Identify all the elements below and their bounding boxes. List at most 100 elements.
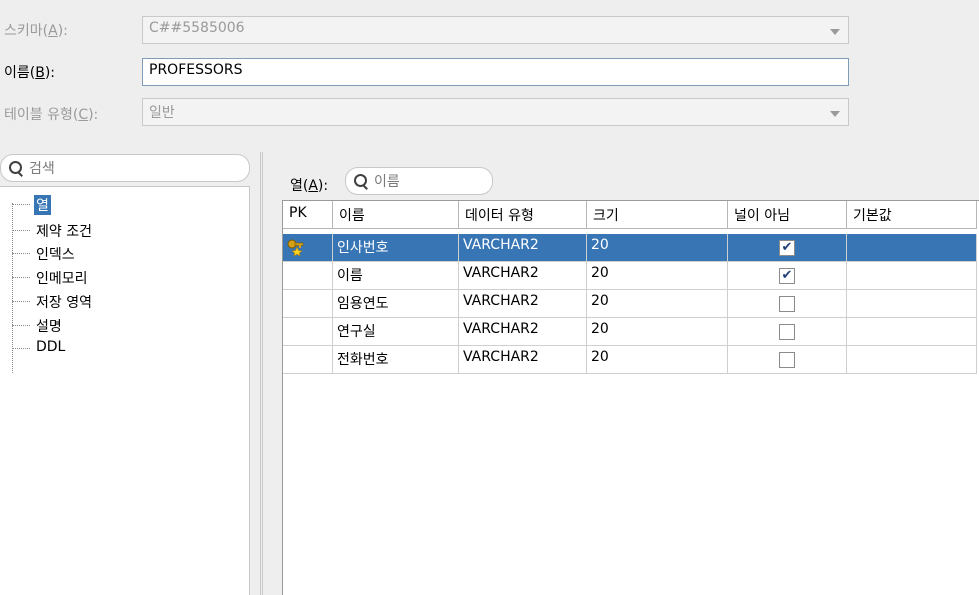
chevron-down-icon	[830, 111, 840, 117]
table-name-value: PROFESSORS	[149, 62, 243, 78]
tree-branch	[12, 204, 30, 205]
search-icon	[9, 161, 23, 175]
header-pk[interactable]: PK	[283, 201, 333, 229]
table-row[interactable]: 전화번호 VARCHAR2 20	[283, 346, 979, 374]
default-cell[interactable]	[847, 234, 977, 262]
header-default[interactable]: 기본값	[847, 201, 977, 229]
default-cell[interactable]	[847, 262, 977, 290]
schema-value: C##5585006	[149, 20, 245, 36]
data-type-cell[interactable]: VARCHAR2	[459, 346, 587, 374]
table-row[interactable]: 연구실 VARCHAR2 20	[283, 318, 979, 346]
pk-cell[interactable]	[283, 262, 333, 290]
size-cell[interactable]: 20	[587, 262, 728, 290]
tree-branch	[12, 230, 30, 231]
columns-label: 열(A):	[290, 175, 328, 195]
tree-branch	[12, 301, 30, 302]
data-type-cell[interactable]: VARCHAR2	[459, 234, 587, 262]
tree-branch	[12, 325, 30, 326]
header-name[interactable]: 이름	[333, 201, 459, 229]
schema-label-suffix: ):	[57, 23, 68, 39]
tree-item-label: 열	[34, 195, 51, 215]
columns-label-suffix: ):	[317, 178, 329, 194]
name-label-suffix: ):	[44, 65, 56, 81]
name-cell[interactable]: 임용연도	[333, 290, 459, 318]
pk-cell[interactable]	[283, 318, 333, 346]
pk-cell[interactable]	[283, 290, 333, 318]
schema-select[interactable]: C##5585006	[142, 16, 849, 44]
table-type-label-text: 테이블 유형(	[4, 107, 79, 123]
schema-label: 스키마(A):	[4, 20, 68, 40]
not-null-cell[interactable]	[728, 318, 847, 346]
table-type-value: 일반	[149, 105, 175, 121]
table-row[interactable]: 이름 VARCHAR2 20 ✔	[283, 262, 979, 290]
columns-label-text: 열(	[290, 178, 309, 194]
search-icon	[354, 174, 368, 188]
section-tree: 열 제약 조건 인덱스 인메모리 저장 영역 설명 DDL	[0, 186, 250, 595]
panel-splitter[interactable]	[260, 152, 263, 595]
table-type-label-mnemonic: C	[78, 107, 89, 123]
table-type-select[interactable]: 일반	[142, 98, 849, 126]
not-null-checkbox[interactable]: ✔	[779, 240, 795, 256]
name-cell[interactable]: 인사번호	[333, 234, 459, 262]
table-row[interactable]: 인사번호 VARCHAR2 20 ✔	[283, 234, 979, 262]
tree-item-label: 저장 영역	[36, 295, 92, 311]
not-null-cell[interactable]	[728, 346, 847, 374]
tree-item-label: 인덱스	[36, 247, 75, 263]
data-type-cell[interactable]: VARCHAR2	[459, 290, 587, 318]
not-null-checkbox[interactable]	[779, 352, 795, 368]
header-not-null[interactable]: 널이 아님	[728, 201, 847, 229]
default-cell[interactable]	[847, 318, 977, 346]
size-cell[interactable]: 20	[587, 346, 728, 374]
pk-cell[interactable]	[283, 234, 333, 262]
schema-label-mnemonic: A	[48, 23, 58, 39]
primary-key-icon	[287, 239, 304, 256]
columns-table: PK 이름 데이터 유형 크기 널이 아님 기본값 인사번호 VARCHAR2 …	[282, 200, 979, 595]
schema-label-text: 스키마(	[4, 23, 49, 39]
tree-item-label: 인메모리	[36, 271, 88, 287]
header-size[interactable]: 크기	[587, 201, 728, 229]
not-null-checkbox[interactable]	[779, 324, 795, 340]
name-label: 이름(B):	[4, 62, 55, 82]
size-cell[interactable]: 20	[587, 290, 728, 318]
not-null-cell[interactable]: ✔	[728, 262, 847, 290]
default-cell[interactable]	[847, 346, 977, 374]
not-null-checkbox[interactable]: ✔	[779, 268, 795, 284]
pk-cell[interactable]	[283, 346, 333, 374]
table-row[interactable]: 임용연도 VARCHAR2 20	[283, 290, 979, 318]
name-label-text: 이름(	[4, 65, 36, 81]
size-cell[interactable]: 20	[587, 234, 728, 262]
data-type-cell[interactable]: VARCHAR2	[459, 262, 587, 290]
tree-branch	[12, 277, 30, 278]
tree-item-label: 제약 조건	[36, 224, 92, 240]
table-type-label: 테이블 유형(C):	[4, 104, 98, 124]
tree-item-indexes[interactable]: 인덱스	[12, 242, 242, 266]
tree-item-ddl[interactable]: DDL	[12, 337, 242, 361]
header-data-type[interactable]: 데이터 유형	[459, 201, 587, 229]
data-type-cell[interactable]: VARCHAR2	[459, 318, 587, 346]
column-search-placeholder: 이름	[374, 174, 400, 190]
name-cell[interactable]: 전화번호	[333, 346, 459, 374]
name-cell[interactable]: 연구실	[333, 318, 459, 346]
tree-item-comment[interactable]: 설명	[12, 314, 242, 338]
name-label-mnemonic: B	[35, 65, 45, 81]
table-type-label-suffix: ):	[88, 107, 99, 123]
column-search-input[interactable]: 이름	[345, 167, 493, 195]
not-null-cell[interactable]: ✔	[728, 234, 847, 262]
not-null-cell[interactable]	[728, 290, 847, 318]
tree-item-label: 설명	[36, 319, 62, 335]
tree-branch	[12, 348, 30, 349]
default-cell[interactable]	[847, 290, 977, 318]
tree-branch	[12, 253, 30, 254]
tree-item-storage[interactable]: 저장 영역	[12, 290, 242, 314]
left-search-input[interactable]: 검색	[0, 154, 250, 182]
tree-item-constraints[interactable]: 제약 조건	[12, 219, 242, 243]
tree-item-columns[interactable]: 열	[12, 193, 242, 217]
not-null-checkbox[interactable]	[779, 296, 795, 312]
columns-label-mnemonic: A	[308, 178, 318, 194]
size-cell[interactable]: 20	[587, 318, 728, 346]
tree-item-label: DDL	[36, 339, 66, 355]
left-search-placeholder: 검색	[29, 161, 55, 177]
name-cell[interactable]: 이름	[333, 262, 459, 290]
tree-item-inmemory[interactable]: 인메모리	[12, 266, 242, 290]
table-name-input[interactable]: PROFESSORS	[142, 58, 849, 86]
